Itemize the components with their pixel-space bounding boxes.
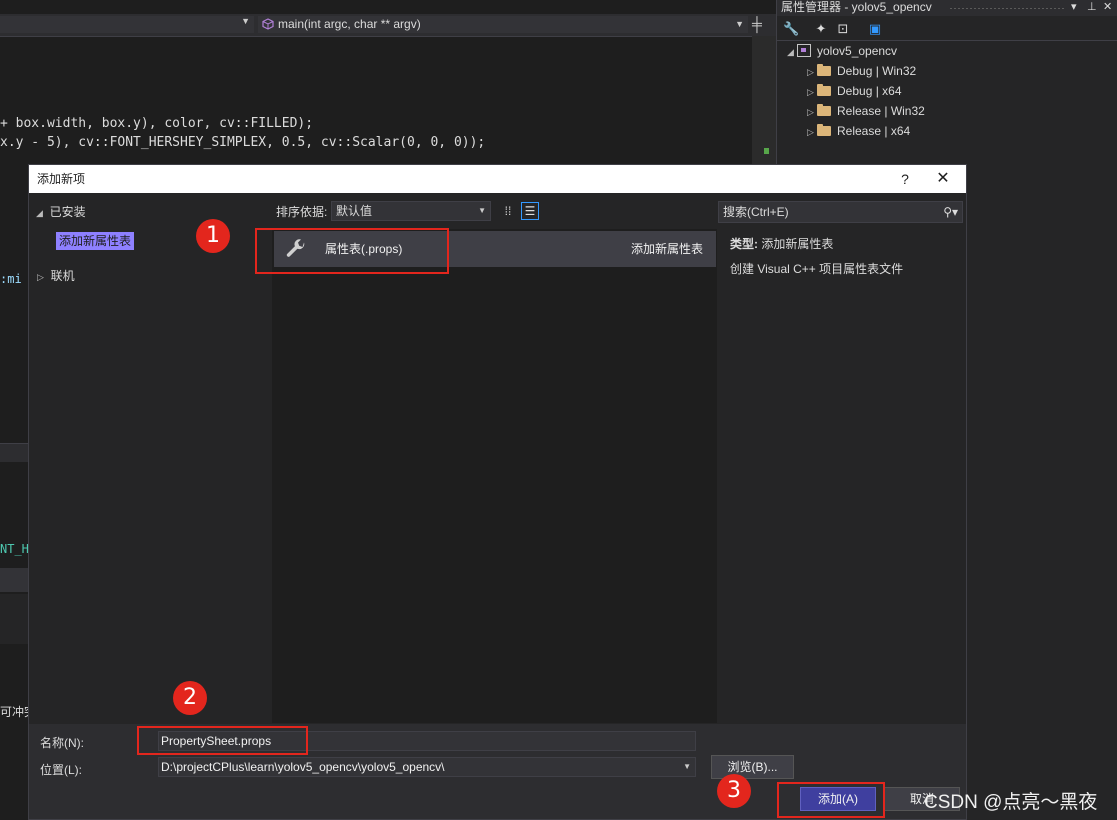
folder-icon <box>817 84 831 96</box>
location-label: 位置(L): <box>40 763 83 777</box>
code-text: + box.width, box.y), color, cv::FILLED); <box>0 116 314 131</box>
config-label: Release | Win32 <box>837 104 925 118</box>
expand-arrow-icon[interactable]: ▷ <box>807 122 817 142</box>
info-type-label: 类型: <box>730 237 758 251</box>
scope-dropdown[interactable]: ▼ <box>0 16 254 33</box>
output-tab-strip <box>0 568 28 592</box>
add-existing-sheet-icon[interactable]: ⊡ <box>835 21 851 37</box>
info-description: 创建 Visual C++ 项目属性表文件 <box>730 262 904 276</box>
collapse-arrow-icon[interactable]: ◢ <box>36 208 43 218</box>
callout-badge: 2 <box>173 681 207 715</box>
sort-dropdown[interactable]: 默认值 ▼ <box>331 201 491 221</box>
chevron-down-icon[interactable]: ▼ <box>683 758 691 776</box>
highlight-box <box>255 228 449 274</box>
panel-title-bar: 属性管理器 - yolov5_opencv ▾ ⊥ ✕ <box>777 0 1117 16</box>
sort-value: 默认值 <box>336 204 373 218</box>
browse-button[interactable]: 浏览(B)... <box>711 755 794 779</box>
expand-arrow-icon[interactable]: ▷ <box>807 102 817 122</box>
config-label: Release | x64 <box>837 124 911 138</box>
sort-label: 排序依据: <box>276 205 328 219</box>
expand-arrow-icon[interactable]: ▷ <box>37 272 44 282</box>
panel-toolbar: 🔧 ✦ ⊡ ▣ <box>777 18 1117 41</box>
expand-arrow-icon[interactable]: ▷ <box>807 82 817 102</box>
add-new-item-dialog: 添加新项 ? ✕ ◢ 已安装 添加新属性表 ▷ 联机 排序依据: 默认值 ▼ ⁞… <box>28 164 967 820</box>
folder-icon <box>817 104 831 116</box>
category-online[interactable]: ▷ 联机 <box>37 267 75 284</box>
category-label: 联机 <box>50 269 75 283</box>
callout-badge: 1 <box>196 219 230 253</box>
close-button[interactable]: ✕ <box>933 165 953 193</box>
search-placeholder: 搜索(Ctrl+E) <box>723 205 789 219</box>
watermark: CSDN @点亮～黑夜 <box>924 792 1098 813</box>
tree-item-config[interactable]: ▷ Debug | Win32 <box>807 61 916 81</box>
search-input[interactable]: 搜索(Ctrl+E) ⚲▾ <box>718 201 963 223</box>
expand-arrow-icon[interactable]: ▷ <box>807 62 817 82</box>
function-dropdown[interactable]: main(int argc, char ** argv) ▼ <box>258 16 748 33</box>
code-fragment: :mi <box>0 272 22 286</box>
chevron-down-icon: ▼ <box>735 19 744 29</box>
location-value: D:\projectCPlus\learn\yolov5_opencv\yolo… <box>161 760 445 774</box>
project-icon <box>797 44 811 57</box>
tree-item-config[interactable]: ▷ Release | x64 <box>807 121 910 141</box>
pin-icon[interactable]: ⊥ <box>1087 0 1097 14</box>
navigation-bar: ▼ main(int argc, char ** argv) ▼ ╪ <box>0 14 776 37</box>
tree-item-config[interactable]: ▷ Release | Win32 <box>807 101 925 121</box>
split-editor-icon[interactable]: ╪ <box>752 16 762 32</box>
category-add-property-sheet[interactable]: 添加新属性表 <box>56 232 135 250</box>
info-type: 类型: 添加新属性表 <box>730 235 833 252</box>
folder-icon <box>817 124 831 136</box>
template-list <box>272 229 717 723</box>
template-type: 添加新属性表 <box>630 242 703 256</box>
status-strip <box>0 594 28 644</box>
list-view-icon[interactable]: ☰ <box>521 202 539 220</box>
code-fragment: NT_H <box>0 542 29 556</box>
folder-icon <box>817 64 831 76</box>
category-label: 已安装 <box>49 205 86 219</box>
config-label: Debug | Win32 <box>837 64 917 78</box>
add-new-sheet-icon[interactable]: ✦ <box>813 21 829 37</box>
highlight-box <box>137 726 308 755</box>
panel-title: 属性管理器 - yolov5_opencv <box>781 0 932 14</box>
code-text: x.y - 5), cv::FONT_HERSHEY_SIMPLEX, 0.5,… <box>0 135 486 150</box>
drag-grip[interactable] <box>949 7 1065 10</box>
panel-options-icon[interactable]: ▾ <box>1071 0 1077 14</box>
tree-item-config[interactable]: ▷ Debug | x64 <box>807 81 902 101</box>
info-type-value: 添加新属性表 <box>761 237 834 251</box>
change-marker <box>764 148 769 154</box>
function-name: main(int argc, char ** argv) <box>278 17 421 31</box>
info-pane <box>718 229 966 723</box>
method-cube-icon <box>262 18 274 30</box>
help-button[interactable]: ? <box>895 165 915 193</box>
close-icon[interactable]: ✕ <box>1103 0 1112 14</box>
config-label: Debug | x64 <box>837 84 902 98</box>
location-input[interactable]: D:\projectCPlus\learn\yolov5_opencv\yolo… <box>158 757 696 777</box>
code-line: x.y - 5), cv::FONT_HERSHEY_SIMPLEX, 0.5,… <box>0 135 485 150</box>
tree-item-project[interactable]: ◢ yolov5_opencv <box>787 41 897 61</box>
search-icon[interactable]: ⚲▾ <box>943 202 958 222</box>
collapse-arrow-icon[interactable]: ◢ <box>787 42 797 62</box>
save-icon[interactable]: ▣ <box>867 21 883 37</box>
category-installed[interactable]: ◢ 已安装 <box>36 203 86 220</box>
code-line: + box.width, box.y), color, cv::FILLED); <box>0 116 313 131</box>
dialog-title-bar[interactable]: 添加新项 ? ✕ <box>29 165 966 193</box>
chevron-down-icon: ▼ <box>478 206 486 215</box>
properties-wrench-icon[interactable]: 🔧 <box>783 21 799 37</box>
dialog-title: 添加新项 <box>37 172 86 186</box>
highlight-box <box>777 782 885 818</box>
chevron-down-icon: ▼ <box>241 16 250 26</box>
callout-badge: 3 <box>717 774 751 808</box>
grid-view-icon[interactable]: ⁞⁞ <box>499 202 517 220</box>
editor-scrollbar[interactable] <box>752 36 776 166</box>
name-label: 名称(N): <box>40 736 84 750</box>
project-name: yolov5_opencv <box>817 44 898 58</box>
